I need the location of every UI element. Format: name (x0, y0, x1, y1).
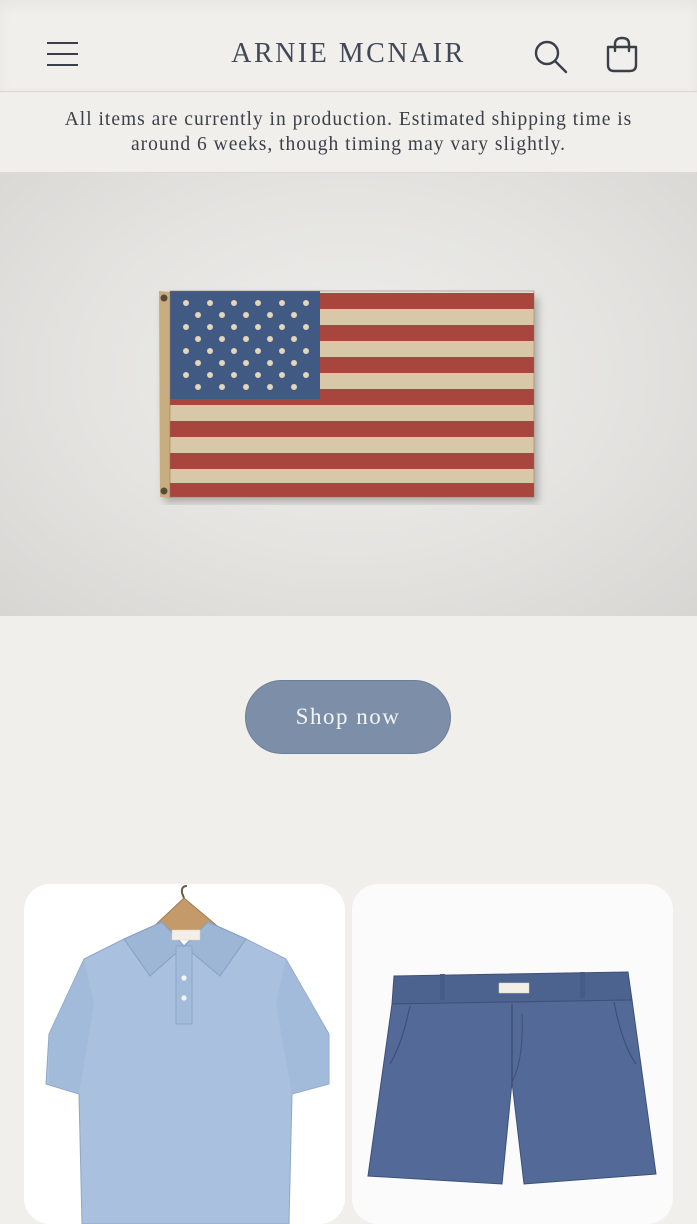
shop-now-button[interactable]: Shop now (245, 680, 451, 754)
cart-button[interactable] (602, 35, 642, 75)
shopping-bag-icon (606, 36, 638, 73)
brand-logo[interactable]: ARNIE MCNAIR (0, 38, 697, 70)
product-card-polo[interactable] (24, 884, 345, 1224)
search-icon (534, 40, 568, 74)
polo-shirt-image (45, 885, 330, 1224)
site-header: ARNIE MCNAIR (0, 0, 697, 92)
american-flag-image (159, 290, 535, 498)
shorts-image (367, 971, 657, 1185)
announcement-text: All items are currently in production. E… (64, 109, 633, 155)
product-card-shorts[interactable] (352, 884, 673, 1224)
search-button[interactable] (530, 36, 570, 76)
hero-image (0, 173, 697, 616)
announcement-bar: All items are currently in production. E… (0, 92, 697, 173)
